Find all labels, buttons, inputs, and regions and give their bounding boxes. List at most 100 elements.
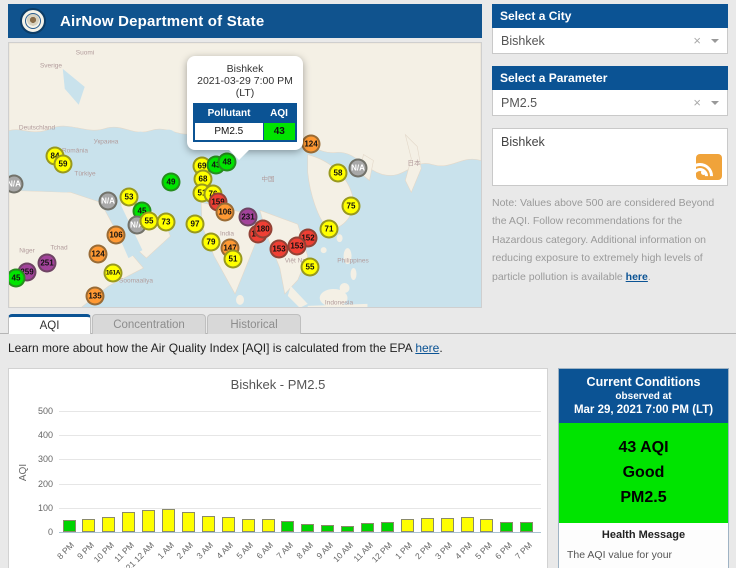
chart-bar[interactable] (500, 522, 513, 532)
map-marker[interactable]: 124 (89, 245, 108, 264)
map-marker[interactable]: 106 (216, 203, 235, 222)
city-select-header: Select a City (492, 4, 728, 28)
note-text: Note: Values above 500 are considered Be… (492, 197, 714, 283)
popup-aqi-value: 43 (263, 123, 296, 142)
popup-timezone: (LT) (193, 87, 297, 99)
tab-aqi[interactable]: AQI (8, 314, 91, 334)
aqi-chart-panel: Bishkek - PM2.5 AQI 01002003004005008 PM… (8, 368, 548, 568)
map-marker[interactable]: 75 (342, 197, 361, 216)
learn-more-here-link[interactable]: here (415, 341, 439, 355)
chart-bar[interactable] (202, 516, 215, 532)
chart-bar[interactable] (401, 519, 414, 532)
popup-col-aqi: AQI (263, 104, 296, 123)
map-popup: Bishkek 2021-03-29 7:00 PM (LT) Pollutan… (187, 56, 303, 150)
city-feed-box[interactable]: Bishkek (492, 128, 728, 186)
chart-bar[interactable] (301, 524, 314, 532)
health-message-title: Health Message (567, 529, 720, 541)
chart-bar[interactable] (321, 525, 334, 532)
map-marker[interactable]: 180 (254, 220, 273, 239)
gridline (59, 411, 541, 412)
map-marker[interactable]: N/A (349, 159, 368, 178)
map-marker[interactable]: 124 (302, 135, 321, 154)
popup-col-pollutant: Pollutant (194, 104, 263, 123)
current-parameter: PM2.5 (563, 486, 724, 511)
city-select-value: Bishkek (501, 34, 693, 48)
y-axis-tick: 200 (19, 479, 53, 489)
parameter-select-group: Select a Parameter PM2.5 × (492, 66, 728, 116)
current-conditions-title: Current Conditions (563, 375, 724, 389)
chart-bar[interactable] (461, 517, 474, 532)
map-marker[interactable]: 51 (224, 250, 243, 269)
y-axis-tick: 0 (19, 527, 53, 537)
observed-at-label: observed at (563, 391, 724, 402)
chevron-down-icon[interactable] (711, 101, 719, 109)
tab-historical[interactable]: Historical (207, 314, 301, 334)
map-marker[interactable]: 59 (54, 155, 73, 174)
parameter-select-value: PM2.5 (501, 96, 693, 110)
rss-icon[interactable] (696, 154, 722, 180)
chart-bar[interactable] (421, 518, 434, 532)
learn-more-prefix: Learn more about how the Air Quality Ind… (8, 341, 415, 355)
health-message-block: Health Message The AQI value for your co… (559, 523, 728, 568)
chart-bar[interactable] (341, 526, 354, 532)
clear-parameter-icon[interactable]: × (693, 95, 701, 110)
learn-more-text: Learn more about how the Air Quality Ind… (8, 341, 443, 355)
map-marker[interactable]: 79 (202, 233, 221, 252)
gridline (59, 435, 541, 436)
chart-bar[interactable] (281, 521, 294, 532)
popup-table: Pollutant AQI PM2.5 43 (193, 103, 297, 142)
chart-bar[interactable] (102, 517, 115, 532)
chart-bar[interactable] (242, 519, 255, 532)
parameter-select[interactable]: PM2.5 × (492, 90, 728, 116)
chart-bar[interactable] (182, 512, 195, 532)
map-marker[interactable]: 55 (301, 258, 320, 277)
chart-bar[interactable] (162, 509, 175, 532)
sidebar: Select a City Bishkek × Select a Paramet… (492, 4, 728, 286)
current-aqi-block: 43 AQI Good PM2.5 (559, 423, 728, 523)
chart-bar[interactable] (122, 512, 135, 532)
chart-bar[interactable] (82, 519, 95, 532)
map-marker[interactable]: 97 (186, 215, 205, 234)
note-here-link[interactable]: here (626, 271, 648, 283)
map-marker[interactable]: 153 (270, 240, 289, 259)
y-axis-tick: 400 (19, 430, 53, 440)
chart-bar[interactable] (361, 523, 374, 532)
chart-bar[interactable] (441, 518, 454, 532)
map-marker[interactable]: 58 (329, 164, 348, 183)
y-axis-tick: 300 (19, 454, 53, 464)
current-aqi-value: 43 AQI (563, 436, 724, 461)
chart-bar[interactable] (262, 519, 275, 532)
map-marker[interactable]: 161A (104, 264, 123, 283)
map-marker[interactable]: 135 (86, 287, 105, 306)
city-select[interactable]: Bishkek × (492, 28, 728, 54)
chart-bar[interactable] (222, 517, 235, 532)
app-title: AirNow Department of State (60, 13, 264, 30)
gridline (59, 508, 541, 509)
note-period: . (648, 271, 651, 283)
map-marker[interactable]: 71 (320, 220, 339, 239)
map-marker[interactable]: 251 (38, 254, 57, 273)
map-marker[interactable]: N/A (99, 192, 118, 211)
learn-more-period: . (439, 341, 442, 355)
popup-pollutant-value: PM2.5 (194, 123, 263, 142)
clear-city-icon[interactable]: × (693, 33, 701, 48)
map-marker[interactable]: 49 (162, 173, 181, 192)
chart-title: Bishkek - PM2.5 (9, 377, 547, 392)
parameter-select-header: Select a Parameter (492, 66, 728, 90)
tab-concentration[interactable]: Concentration (92, 314, 206, 334)
chart-bar[interactable] (63, 520, 76, 532)
chart-bar[interactable] (480, 519, 493, 532)
map-marker[interactable]: 153 (288, 237, 307, 256)
map-marker[interactable]: 106 (107, 226, 126, 245)
tab-bar: AQI Concentration Historical (0, 314, 736, 334)
chevron-down-icon[interactable] (711, 39, 719, 47)
current-conditions-panel: Current Conditions observed at Mar 29, 2… (558, 368, 729, 568)
observed-at-datetime: Mar 29, 2021 7:00 PM (LT) (563, 404, 724, 416)
popup-datetime: 2021-03-29 7:00 PM (193, 75, 297, 87)
map-marker[interactable]: 73 (157, 213, 176, 232)
map[interactable]: SverigeSuomiDeutschlandУкраинаRomâniaTür… (8, 42, 482, 308)
chart-bar[interactable] (520, 522, 533, 532)
chart-bar[interactable] (381, 522, 394, 532)
popup-city: Bishkek (193, 63, 297, 75)
chart-bar[interactable] (142, 510, 155, 532)
